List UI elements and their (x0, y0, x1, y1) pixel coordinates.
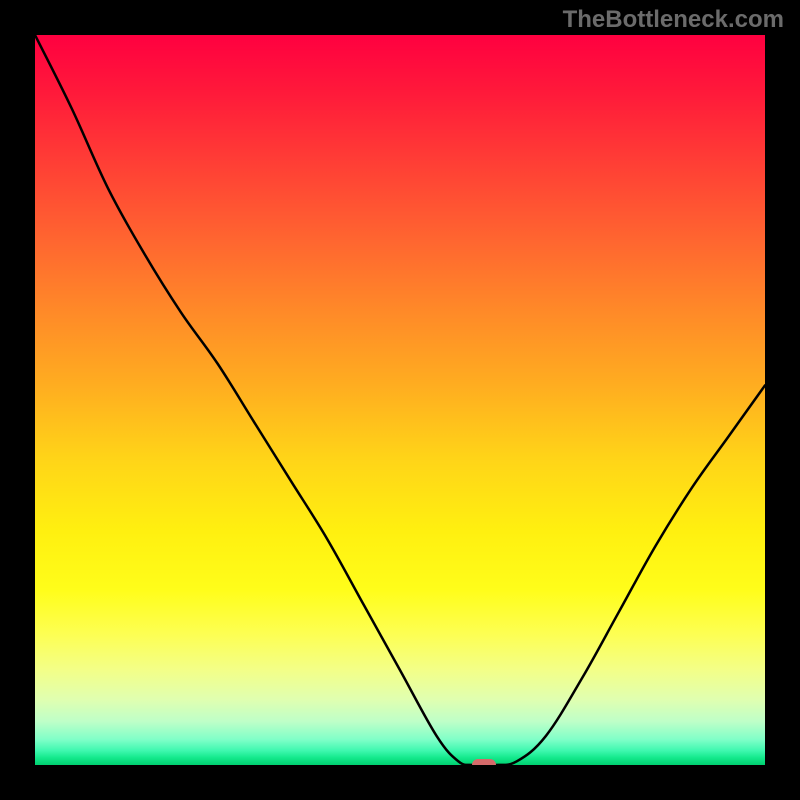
chart-curve-svg (35, 35, 765, 765)
chart-plot-area (35, 35, 765, 765)
chart-marker (472, 759, 496, 765)
bottleneck-curve-path (35, 35, 765, 765)
watermark-label: TheBottleneck.com (563, 6, 784, 34)
